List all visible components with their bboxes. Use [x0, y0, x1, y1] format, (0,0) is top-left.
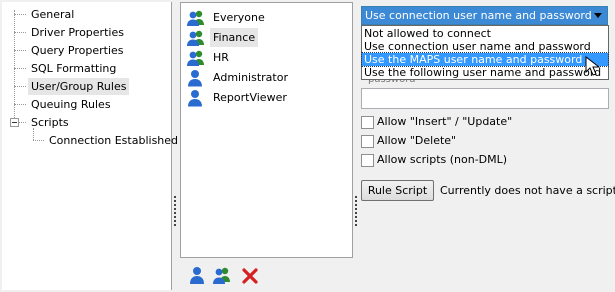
tree-item-connection-established[interactable]: Connection Established — [46, 132, 181, 149]
tree-connector — [14, 86, 26, 87]
tree-connector — [14, 50, 26, 51]
user-label: Everyone — [213, 11, 265, 24]
tree-item-label: Scripts — [31, 116, 69, 129]
tree-item-scripts[interactable]: Scripts — [28, 114, 72, 131]
tree-item-user-group-rules[interactable]: User/Group Rules — [28, 78, 130, 95]
allow-scripts-checkbox-real[interactable] — [361, 154, 374, 167]
tree-item-label: User/Group Rules — [31, 80, 127, 93]
user-label: HR — [213, 51, 229, 64]
connection-mode-select[interactable]: Use connection user name and password — [361, 6, 608, 25]
left-splitter-handle[interactable] — [174, 196, 179, 226]
add-user-icon[interactable] — [187, 265, 207, 285]
allow-delete-checkbox[interactable] — [361, 135, 374, 148]
tree-item-label: SQL Formatting — [31, 62, 117, 75]
tree-connector — [14, 10, 15, 122]
right-splitter-handle[interactable] — [355, 196, 360, 226]
tree-item-label: Queuing Rules — [31, 98, 111, 111]
option-following-credentials[interactable]: Use the following user name and password — [362, 66, 608, 79]
tree-connector — [14, 14, 26, 15]
tree-connector — [33, 140, 44, 141]
group-icon — [187, 30, 204, 46]
chevron-down-icon — [594, 13, 602, 18]
tree-item-label: Driver Properties — [31, 26, 124, 39]
tree-item-label: Query Properties — [31, 44, 124, 57]
group-icon — [187, 50, 204, 66]
tree-item-sql-formatting[interactable]: SQL Formatting — [28, 60, 119, 77]
user-label: Finance — [210, 28, 259, 47]
rule-script-status: Currently does not have a script — [440, 184, 615, 197]
allow-insert-update-label: Allow "Insert" / "Update" — [377, 115, 513, 128]
tree-connector — [18, 122, 26, 123]
user-group-list[interactable]: Everyone Finance HR Administrator Report… — [180, 2, 353, 258]
tree-item-driver-properties[interactable]: Driver Properties — [28, 24, 127, 41]
user-label: Administrator — [213, 71, 288, 84]
settings-tree[interactable]: General Driver Properties Query Properti… — [2, 2, 178, 290]
add-group-icon[interactable] — [212, 265, 232, 285]
tree-connector — [14, 68, 26, 69]
collapse-scripts-icon[interactable] — [10, 118, 19, 127]
tree-item-query-properties[interactable]: Query Properties — [28, 42, 127, 59]
option-connection-credentials[interactable]: Use connection user name and password — [362, 40, 608, 53]
tree-item-queuing-rules[interactable]: Queuing Rules — [28, 96, 114, 113]
user-icon — [188, 70, 202, 87]
allow-scripts-label: Allow scripts (non-DML) — [377, 153, 508, 166]
tree-connector — [14, 32, 26, 33]
connection-mode-value: Use connection user name and password — [365, 9, 592, 22]
tree-item-label: General — [31, 8, 75, 21]
allow-insert-update-checkbox[interactable] — [361, 116, 374, 129]
password-field[interactable] — [361, 88, 609, 109]
mouse-cursor-icon — [585, 56, 601, 76]
option-not-allowed[interactable]: Not allowed to connect — [362, 27, 608, 40]
allow-delete-label: Allow "Delete" — [377, 134, 457, 147]
tree-item-general[interactable]: General — [28, 6, 77, 23]
delete-icon[interactable] — [240, 266, 260, 286]
connection-mode-dropdown: Not allowed to connect Use connection us… — [361, 25, 609, 80]
tree-item-label: Connection Established — [49, 134, 179, 147]
user-icon — [188, 90, 202, 107]
rule-script-button[interactable]: Rule Script — [361, 180, 434, 201]
user-label: ReportViewer — [213, 91, 287, 104]
group-icon — [187, 10, 204, 26]
tree-connector — [14, 104, 26, 105]
option-maps-credentials[interactable]: Use the MAPS user name and password — [361, 52, 609, 67]
